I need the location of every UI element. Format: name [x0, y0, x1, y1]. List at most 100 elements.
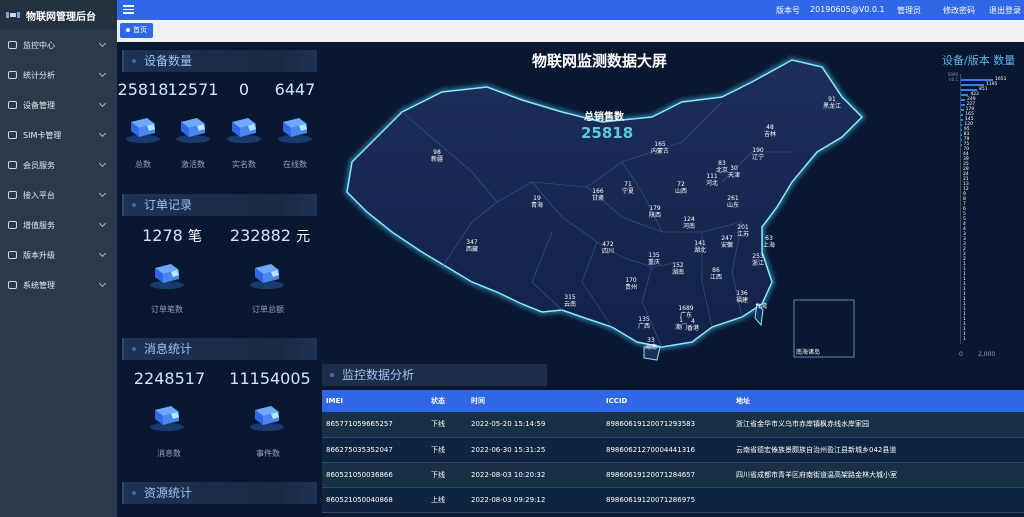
province-name: 新疆 — [430, 156, 443, 163]
table-row[interactable]: 860521050040868 上线 2022-08-03 09:29:12 8986… — [322, 487, 1024, 513]
sidebar-item-version-upgrade[interactable]: 版本升级 — [0, 240, 117, 270]
province-28[interactable]: 135 广西 — [632, 316, 656, 330]
truck-icon — [277, 114, 313, 144]
province-6[interactable]: 48 吉林 — [758, 124, 782, 138]
version-bar[interactable] — [960, 84, 984, 86]
province-2[interactable]: 19 青海 — [525, 195, 549, 209]
sidebar-item-access-platform[interactable]: 接入平台 — [0, 180, 117, 210]
province-33[interactable]: 台湾 — [749, 303, 773, 310]
version-bar[interactable] — [960, 89, 978, 91]
change-password-link[interactable]: 修改密码 — [943, 5, 975, 16]
province-name: 西藏 — [465, 246, 478, 253]
province-22[interactable]: 135 重庆 — [642, 252, 666, 266]
version-bar[interactable] — [960, 94, 969, 96]
province-19[interactable]: 141 湖北 — [688, 240, 712, 254]
dashboard: 设备数量 25818 总数 12571 激活数 0 实名数 6447 在线数 订单记录 127… — [117, 42, 1024, 517]
tab-home[interactable]: 首页 — [120, 23, 153, 38]
device-count-1: 12571 — [167, 80, 219, 99]
chevron-down-icon — [98, 69, 107, 78]
province-4[interactable]: 165 内蒙古 — [648, 141, 672, 155]
province-13[interactable]: 179 陕西 — [643, 205, 667, 219]
devices-title: 设备数量 — [122, 50, 317, 72]
truck-icon — [249, 402, 285, 432]
menu-icon — [8, 251, 17, 259]
sidebar-item-member-service[interactable]: 会员服务 — [0, 150, 117, 180]
province-10[interactable]: 111 河北 — [700, 173, 724, 187]
province-25[interactable]: 170 贵州 — [619, 277, 643, 291]
menu-icon — [8, 101, 17, 109]
sidebar-item-stats-analysis[interactable]: 统计分析 — [0, 60, 117, 90]
province-3[interactable]: 166 甘肃 — [586, 188, 610, 202]
app-logo[interactable]: 物联网管理后台 — [0, 0, 117, 30]
version-bar[interactable] — [960, 79, 994, 81]
province-31[interactable]: 1 澳门 — [669, 317, 693, 331]
event-count: 11154005 — [229, 369, 311, 388]
province-26[interactable]: 136 福建 — [730, 290, 754, 304]
menu-toggle-icon[interactable] — [123, 5, 134, 14]
truck-icon — [226, 114, 262, 144]
province-20[interactable]: 253 浙江 — [746, 253, 770, 267]
province-1[interactable]: 347 西藏 — [460, 239, 484, 253]
column-header[interactable]: IMEI — [322, 390, 427, 412]
province-name: 河北 — [705, 180, 718, 187]
province-value: 261 — [727, 195, 739, 202]
app-title: 物联网管理后台 — [26, 11, 96, 23]
device-count-0: 25818 — [117, 80, 169, 99]
province-5[interactable]: 91 黑龙江 — [820, 96, 844, 110]
province-24[interactable]: 86 江西 — [704, 267, 728, 281]
sidebar-item-monitor-center[interactable]: 监控中心 — [0, 30, 117, 60]
chevron-down-icon — [98, 249, 107, 258]
order-amount: 232882 元 — [229, 226, 311, 245]
column-header[interactable]: 时间 — [467, 390, 602, 412]
sidebar: 物联网管理后台 监控中心 统计分析 设备管理 SIM卡管理 会员服务 接入平台 增值服务 版本… — [0, 0, 117, 517]
table-row[interactable]: 866275035352047 下线 2022-06-30 15:31:25 8986… — [322, 437, 1024, 463]
province-0[interactable]: 98 新疆 — [425, 149, 449, 163]
province-11[interactable]: 72 山西 — [669, 181, 693, 195]
column-header[interactable]: 地址 — [732, 390, 1024, 412]
province-21[interactable]: 472 四川 — [596, 241, 620, 255]
column-header[interactable]: 状态 — [427, 390, 467, 412]
province-9[interactable]: 30 天津 — [722, 165, 746, 179]
province-value: 124 — [683, 216, 695, 223]
province-value: 72 — [677, 181, 685, 188]
device-count-3: 6447 — [274, 80, 316, 99]
province-18[interactable]: 63 上海 — [757, 235, 781, 249]
sidebar-item-system-management[interactable]: 系统管理 — [0, 270, 117, 300]
y-axis — [960, 74, 961, 344]
province-15[interactable]: 124 河南 — [677, 216, 701, 230]
version-bar-value: 1 — [963, 337, 966, 342]
table-cell — [732, 487, 1024, 513]
province-12[interactable]: 71 宁夏 — [616, 181, 640, 195]
menu-icon — [8, 41, 17, 49]
province-32[interactable]: 33 海南 — [639, 337, 663, 351]
event-count-label: 事件数 — [256, 449, 280, 458]
table-cell: 下线 — [427, 437, 467, 463]
province-14[interactable]: 261 山东 — [721, 195, 745, 209]
sidebar-item-sim-management[interactable]: SIM卡管理 — [0, 120, 117, 150]
sidebar-item-value-added[interactable]: 增值服务 — [0, 210, 117, 240]
province-value: 135 — [648, 252, 660, 259]
x-tick-0: 0 — [959, 351, 963, 358]
province-27[interactable]: 315 云南 — [558, 294, 582, 308]
province-7[interactable]: 190 辽宁 — [746, 147, 770, 161]
table-cell: 下线 — [427, 412, 467, 438]
province-name: 青海 — [530, 202, 543, 209]
resources-title: 资源统计 — [122, 482, 317, 504]
province-name: 黑龙江 — [822, 103, 841, 110]
table-row[interactable]: 865771059665257 下线 2022-05-20 15:14:59 8986… — [322, 412, 1024, 438]
menu-icon — [8, 221, 17, 229]
sidebar-item-device-management[interactable]: 设备管理 — [0, 90, 117, 120]
province-name: 澳门 — [674, 324, 687, 331]
logout-link[interactable]: 退出登录 — [989, 5, 1021, 16]
sales-value: 25818 — [581, 124, 634, 142]
satellite-icon — [6, 12, 20, 18]
table-row[interactable]: 860521050036866 下线 2022-08-03 10:20:32 8986… — [322, 462, 1024, 488]
column-header[interactable]: ICCID — [602, 390, 732, 412]
province-name: 贵州 — [624, 284, 637, 291]
device-count-label-2: 实名数 — [232, 160, 256, 169]
province-23[interactable]: 152 湖南 — [666, 262, 690, 276]
province-17[interactable]: 247 安徽 — [715, 235, 739, 249]
admin-link[interactable]: 管理员 — [897, 5, 921, 16]
province-name: 内蒙古 — [650, 148, 669, 155]
table-cell: 四川省成都市青羊区府南街道温高架路金林大城小室 — [732, 462, 1024, 488]
